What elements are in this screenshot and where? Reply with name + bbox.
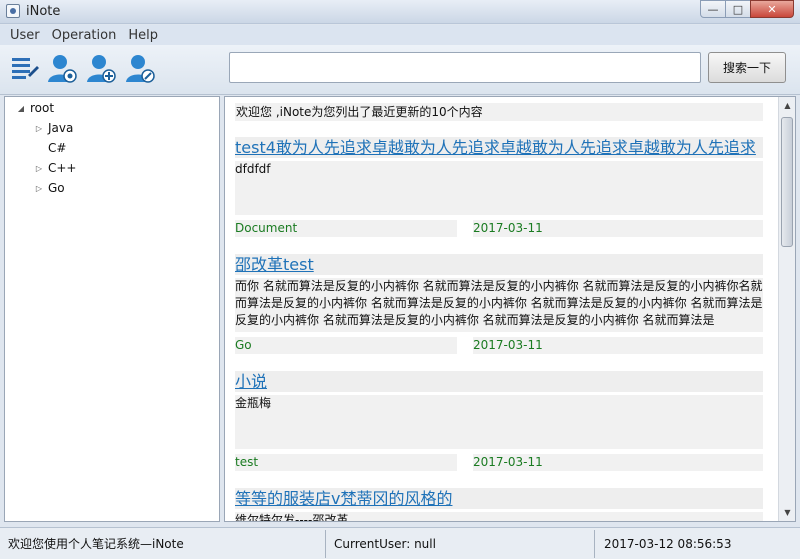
search-button[interactable]: 搜索一下 (708, 52, 786, 83)
window-title: iNote (26, 4, 61, 19)
notes-list-icon[interactable] (9, 53, 39, 83)
welcome-message: 欢迎您 ,iNote为您列出了最近更新的10个内容 (235, 103, 763, 121)
current-user-status: CurrentUser: null (334, 537, 436, 551)
maximize-button[interactable]: □ (725, 0, 751, 18)
note-body: dfdfdf (235, 161, 763, 215)
minimize-button[interactable]: — (700, 0, 726, 18)
tree-node-csharp[interactable]: C# (33, 138, 66, 158)
note-body: 而你 名就而算法是反复的小内裤你 名就而算法是反复的小内裤你 名就而算法是反复的… (235, 278, 763, 332)
note-title-link[interactable]: 等等的服装店v梵蒂冈的风格的 (235, 488, 763, 509)
vertical-scrollbar[interactable]: ▲ ▼ (778, 97, 795, 521)
expand-arrow-icon[interactable]: ▷ (33, 184, 45, 193)
note-category: Go (235, 337, 457, 354)
app-icon (6, 4, 20, 18)
note-category: Document (235, 220, 457, 237)
window-controls: — □ ✕ (700, 0, 794, 18)
collapse-arrow-icon[interactable]: ◢ (15, 104, 27, 113)
note-category: test (235, 454, 457, 471)
tree-node-java[interactable]: ▷ Java (33, 118, 73, 138)
status-divider (325, 530, 326, 558)
status-divider (594, 530, 595, 558)
tree-node-go[interactable]: ▷ Go (33, 178, 65, 198)
expand-arrow-icon[interactable]: ▷ (33, 164, 45, 173)
menu-help[interactable]: Help (122, 28, 164, 43)
menu-bar: User Operation Help (0, 25, 800, 45)
note-date: 2017-03-11 (473, 220, 763, 237)
menu-user[interactable]: User (4, 28, 46, 43)
user-edit-icon[interactable] (125, 53, 155, 83)
scroll-up-icon[interactable]: ▲ (779, 97, 795, 114)
note-title-link[interactable]: 小说 (235, 371, 763, 392)
tree-node-root[interactable]: ◢ root (15, 98, 54, 118)
user-add-icon[interactable] (86, 53, 116, 83)
title-bar: iNote — □ ✕ (0, 0, 800, 24)
note-title-link[interactable]: 邵改革test (235, 254, 763, 275)
user-view-icon[interactable] (47, 53, 77, 83)
scroll-down-icon[interactable]: ▼ (779, 504, 795, 521)
search-input[interactable] (229, 52, 701, 83)
menu-operation[interactable]: Operation (46, 28, 123, 43)
note-title-link[interactable]: test4敢为人先追求卓越敢为人先追求卓越敢为人先追求卓越敢为人先追求 (235, 137, 763, 158)
expand-arrow-icon[interactable]: ▷ (33, 124, 45, 133)
status-bar: 欢迎您使用个人笔记系统—iNote CurrentUser: null 2017… (0, 527, 800, 559)
status-message: 欢迎您使用个人笔记系统—iNote (8, 537, 184, 551)
datetime-status: 2017-03-12 08:56:53 (604, 537, 732, 551)
note-body: 金瓶梅 (235, 395, 763, 449)
note-body: 维尔特尔发----邵改革 (235, 512, 763, 521)
recent-notes-panel[interactable]: 欢迎您 ,iNote为您列出了最近更新的10个内容 test4敢为人先追求卓越敢… (224, 96, 796, 522)
scroll-thumb[interactable] (781, 117, 793, 247)
tree-node-cpp[interactable]: ▷ C++ (33, 158, 77, 178)
category-tree[interactable]: ◢ root ▷ Java C# ▷ C++ ▷ Go (4, 96, 220, 522)
note-date: 2017-03-11 (473, 337, 763, 354)
close-button[interactable]: ✕ (750, 0, 794, 18)
note-date: 2017-03-11 (473, 454, 763, 471)
